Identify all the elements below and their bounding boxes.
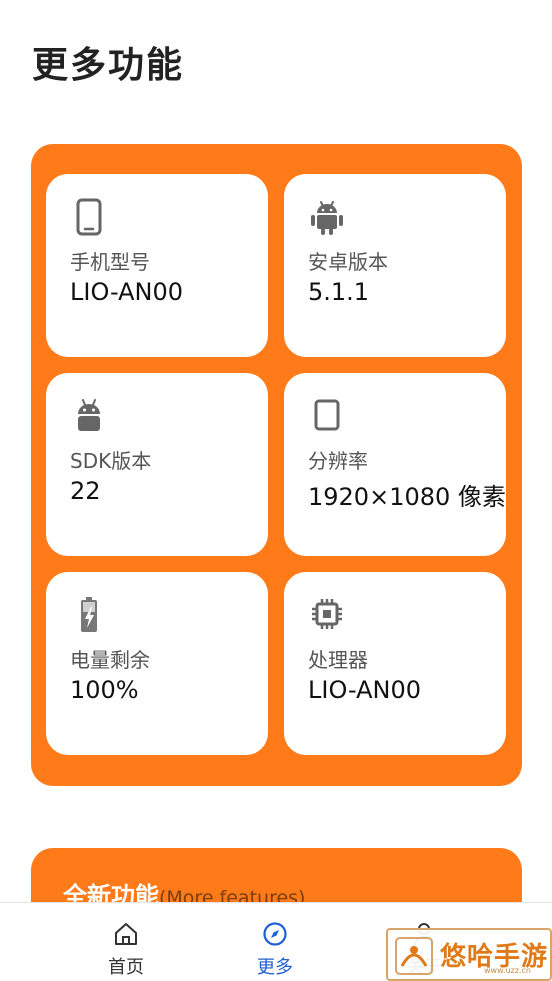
nav-item-more[interactable]: 更多 [215,903,335,981]
compass-icon [263,922,287,946]
nav-label: 更多 [257,957,293,978]
watermark-emblem-icon [395,937,433,975]
card-android-version: 安卓版本 5.1.1 [284,174,506,357]
card-label: 处理器 [308,648,368,672]
tablet-icon [314,399,340,431]
nav-item-home[interactable]: 首页 [66,903,186,981]
card-label: 手机型号 [70,250,150,274]
page-title: 更多功能 [32,45,185,86]
card-resolution: 分辨率 1920×1080 像素 [284,373,506,556]
cpu-chip-icon [312,599,342,629]
nav-label: 首页 [108,957,144,978]
more-features-screen: 更多功能 手机型号 LIO-AN00 安卓版本 5.1.1 SDK版本 22 分… [0,0,552,981]
android-head-icon [78,399,100,431]
battery-charging-icon [81,597,97,632]
android-icon [311,201,343,235]
card-value: 100% [70,676,139,704]
card-label: SDK版本 [70,449,152,473]
card-label: 安卓版本 [308,250,388,274]
card-value: 1920×1080 像素 [308,483,506,511]
card-value: LIO-AN00 [308,676,422,704]
card-sdk-version: SDK版本 22 [46,373,268,556]
home-icon [115,923,137,945]
card-processor: 处理器 LIO-AN00 [284,572,506,755]
card-label: 分辨率 [308,449,368,473]
watermark-subtext: www.uzz.cn [484,966,531,975]
card-battery: 电量剩余 100% [46,572,268,755]
card-value: 22 [70,477,101,505]
card-label: 电量剩余 [70,648,150,672]
device-info-panel: 手机型号 LIO-AN00 安卓版本 5.1.1 SDK版本 22 分辨率 19… [31,144,522,786]
card-value: LIO-AN00 [70,278,184,306]
card-value: 5.1.1 [308,278,370,306]
phone-icon [76,198,102,236]
card-phone-model: 手机型号 LIO-AN00 [46,174,268,357]
watermark-logo: 悠哈手游 www.uzz.cn [386,928,552,981]
